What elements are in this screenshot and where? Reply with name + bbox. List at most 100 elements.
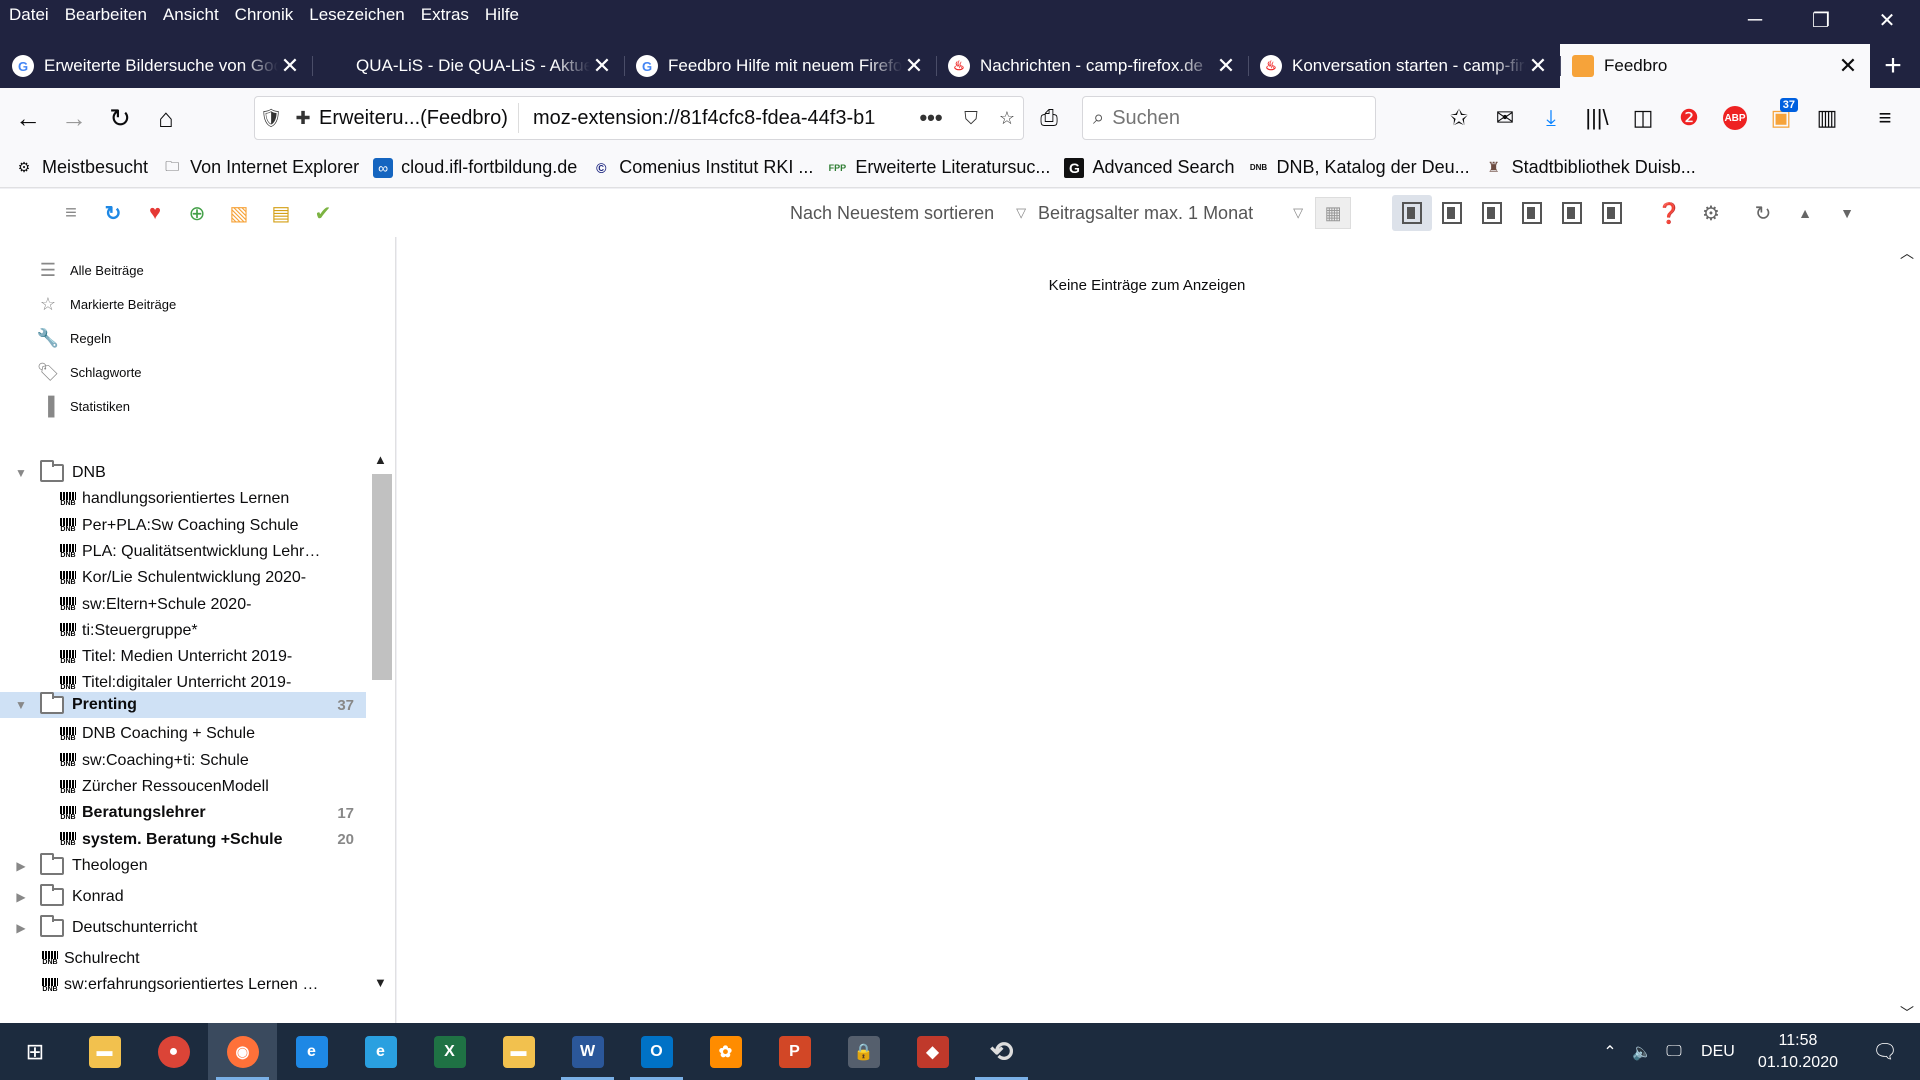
more-actions-icon[interactable]: ••• <box>915 102 947 134</box>
settings-button[interactable]: ⚙ <box>1690 197 1732 229</box>
previous-entry-button[interactable]: ▲ <box>1784 197 1826 229</box>
adblock-button[interactable]: ABP <box>1712 98 1758 138</box>
tab-1[interactable]: G Erweiterte Bildersuche von Google✕ <box>0 44 312 88</box>
home-button[interactable]: ⌂ <box>144 98 188 138</box>
tab-5[interactable]: ♨ Konversation starten - camp-firefox✕ <box>1248 44 1560 88</box>
forward-button[interactable]: → <box>52 98 96 138</box>
language-indicator[interactable]: DEU <box>1690 1043 1746 1061</box>
clock[interactable]: 11:58 01.10.2020 <box>1758 1030 1838 1074</box>
tree-folder[interactable]: ▼ DNB <box>0 460 366 486</box>
app-menu-button[interactable]: ≡ <box>1862 98 1908 138</box>
menu-item-ansicht[interactable]: Ansicht <box>155 0 227 30</box>
network-icon[interactable]: 🖵 <box>1658 1043 1690 1061</box>
collapsed-triangle-icon[interactable]: ▶ <box>10 890 32 904</box>
scroll-up-icon[interactable]: ▲ <box>374 452 387 467</box>
add-folder-button[interactable]: ▤ <box>260 197 302 229</box>
close-tab-icon[interactable]: ✕ <box>902 53 926 79</box>
taskbar-app-outlook[interactable]: O <box>622 1023 691 1080</box>
tree-feed[interactable]: DNB sw:erfahrungsorientiertes Lernen + Gr… <box>0 972 366 992</box>
taskbar-app-password-app[interactable]: 🔒 <box>829 1023 898 1080</box>
back-button[interactable]: ← <box>6 98 50 138</box>
help-button[interactable]: ❓ <box>1648 197 1690 229</box>
close-window-button[interactable]: ✕ <box>1854 0 1920 40</box>
chevron-up-icon[interactable]: ⌃ <box>1594 1042 1626 1062</box>
restore-button[interactable]: ❐ <box>1788 0 1854 40</box>
bookmark-item[interactable]: ♜ Stadtbibliothek Duisb... <box>1484 157 1695 178</box>
minimize-button[interactable]: ─ <box>1722 0 1788 40</box>
tree-folder[interactable]: ▶ Deutschunterricht <box>0 914 366 941</box>
tree-feed[interactable]: DNB handlungsorientiertes Lernen <box>0 486 366 512</box>
url-text[interactable]: moz-extension://81f4cfc8-fdea-44f3-b1 <box>519 107 915 130</box>
tree-feed[interactable]: DNB ti:Steuergruppe* <box>0 618 366 644</box>
sort-select[interactable]: Nach Neuestem sortieren ▽ <box>790 197 1026 229</box>
taskbar-app-sync-app[interactable]: ⟲ <box>967 1023 1036 1080</box>
menu-item-chronik[interactable]: Chronik <box>227 0 302 30</box>
tab-2[interactable]: QUA-LiS - Die QUA-LiS - Aktuelles✕ <box>312 44 624 88</box>
tree-feed[interactable]: DNB Schulrecht <box>0 946 366 972</box>
new-tab-button[interactable]: + <box>1870 44 1916 88</box>
tree-feed[interactable]: DNB sw:Coaching+ti: Schule <box>0 748 366 774</box>
menu-item-extras[interactable]: Extras <box>413 0 477 30</box>
bookmark-item[interactable]: © Comenius Institut RKI ... <box>591 157 813 178</box>
tab-4[interactable]: ♨ Nachrichten - camp-firefox.de ✕ <box>936 44 1248 88</box>
sidebar-nav-tag[interactable]: 🏷 Schlagworte <box>36 359 142 385</box>
feedbro-toolbar-button[interactable]: ▣ 37 <box>1758 98 1804 138</box>
start-button[interactable]: ⊞ <box>0 1023 70 1080</box>
next-entry-button[interactable]: ▼ <box>1826 197 1868 229</box>
collapsed-triangle-icon[interactable]: ▶ <box>10 859 32 873</box>
rss-button[interactable]: ▧ <box>218 197 260 229</box>
view-mode-1-button[interactable] <box>1392 195 1432 231</box>
scroll-down-icon[interactable]: ▼ <box>374 975 387 990</box>
tree-folder[interactable]: ▶ Theologen <box>0 852 366 879</box>
bookmark-item[interactable]: DNB DNB, Katalog der Deu... <box>1249 157 1470 178</box>
tree-feed[interactable]: DNB Beratungslehrer 17 <box>0 800 366 826</box>
taskbar-app-excel[interactable]: X <box>415 1023 484 1080</box>
scroll-down-icon[interactable]: ﹀ <box>1900 1003 1914 1023</box>
tree-feed[interactable]: DNB Zürcher RessoucenModell <box>0 774 366 800</box>
taskbar-app-file-explorer-2[interactable]: ▬ <box>484 1023 553 1080</box>
tree-folder[interactable]: ▼ Prenting 37 <box>0 692 366 719</box>
close-tab-icon[interactable]: ✕ <box>590 53 614 79</box>
tree-feed[interactable]: DNB DNB Coaching + Schule <box>0 721 366 747</box>
bookmark-item[interactable]: ⚙ Meistbesucht <box>14 157 148 178</box>
menu-item-hilfe[interactable]: Hilfe <box>477 0 527 30</box>
barcode-button[interactable]: ▥ <box>1804 98 1850 138</box>
tree-feed[interactable]: DNB sw:Eltern+Schule 2020- <box>0 592 366 618</box>
site-identity[interactable]: ✚ Erweiteru...(Feedbro) <box>287 103 519 133</box>
taskbar-app-edge[interactable]: e <box>277 1023 346 1080</box>
bookmark-item[interactable]: FPP Erweiterte Literatursuc... <box>827 157 1051 178</box>
tree-folder[interactable]: ▶ Konrad <box>0 883 366 910</box>
tree-feed[interactable]: DNB PLA: Qualitätsentwicklung Lehrerfortb… <box>0 539 366 565</box>
taskbar-app-file-explorer[interactable]: ▬ <box>70 1023 139 1080</box>
url-bar[interactable]: 🛡 ✚ Erweiteru...(Feedbro) moz-extension:… <box>254 96 1024 140</box>
taskbar-app-chrome[interactable]: ● <box>139 1023 208 1080</box>
taskbar-app-firefox[interactable]: ◉ <box>208 1023 277 1080</box>
extension-red-button[interactable]: ❷ <box>1666 98 1712 138</box>
bookmark-item[interactable]: ∞ cloud.ifl-fortbildung.de <box>373 157 577 178</box>
taskbar-app-word[interactable]: W <box>553 1023 622 1080</box>
mark-all-read-button[interactable]: ✔ <box>302 197 344 229</box>
close-tab-icon[interactable]: ✕ <box>1526 53 1550 79</box>
close-tab-icon[interactable]: ✕ <box>1214 53 1238 79</box>
taskbar-app-powerpoint[interactable]: P <box>760 1023 829 1080</box>
pocket-icon[interactable]: ⛉ <box>955 102 987 134</box>
bookmark-item[interactable]: G Advanced Search <box>1064 157 1235 178</box>
tree-feed[interactable]: DNB Titel: Medien Unterricht 2019- <box>0 644 366 670</box>
print-button[interactable]: ⎙ <box>1026 98 1072 138</box>
view-mode-6-button[interactable] <box>1592 195 1632 231</box>
view-mode-2-button[interactable] <box>1432 195 1472 231</box>
taskbar-app-butterfly-app[interactable]: ✿ <box>691 1023 760 1080</box>
image-toggle-icon[interactable]: ▦ <box>1315 197 1352 229</box>
volume-icon[interactable]: 🔈 <box>1626 1042 1658 1062</box>
menu-button[interactable]: ≡ <box>50 197 92 229</box>
favorites-button[interactable]: ♥ <box>134 197 176 229</box>
library-button[interactable]: |||\ <box>1574 98 1620 138</box>
tab-3[interactable]: G Feedbro Hilfe mit neuem Firefox ✕ <box>624 44 936 88</box>
bookmarks-menu-button[interactable]: ✩ <box>1436 98 1482 138</box>
view-mode-4-button[interactable] <box>1512 195 1552 231</box>
bookmark-item[interactable]: 🗀 Von Internet Explorer <box>162 157 359 178</box>
sidebar-nav-wrench[interactable]: 🔧 Regeln <box>36 325 111 351</box>
view-mode-3-button[interactable] <box>1472 195 1512 231</box>
sidebar-nav-list[interactable]: ☰ Alle Beiträge <box>36 257 144 283</box>
taskbar-app-internet-explorer[interactable]: e <box>346 1023 415 1080</box>
